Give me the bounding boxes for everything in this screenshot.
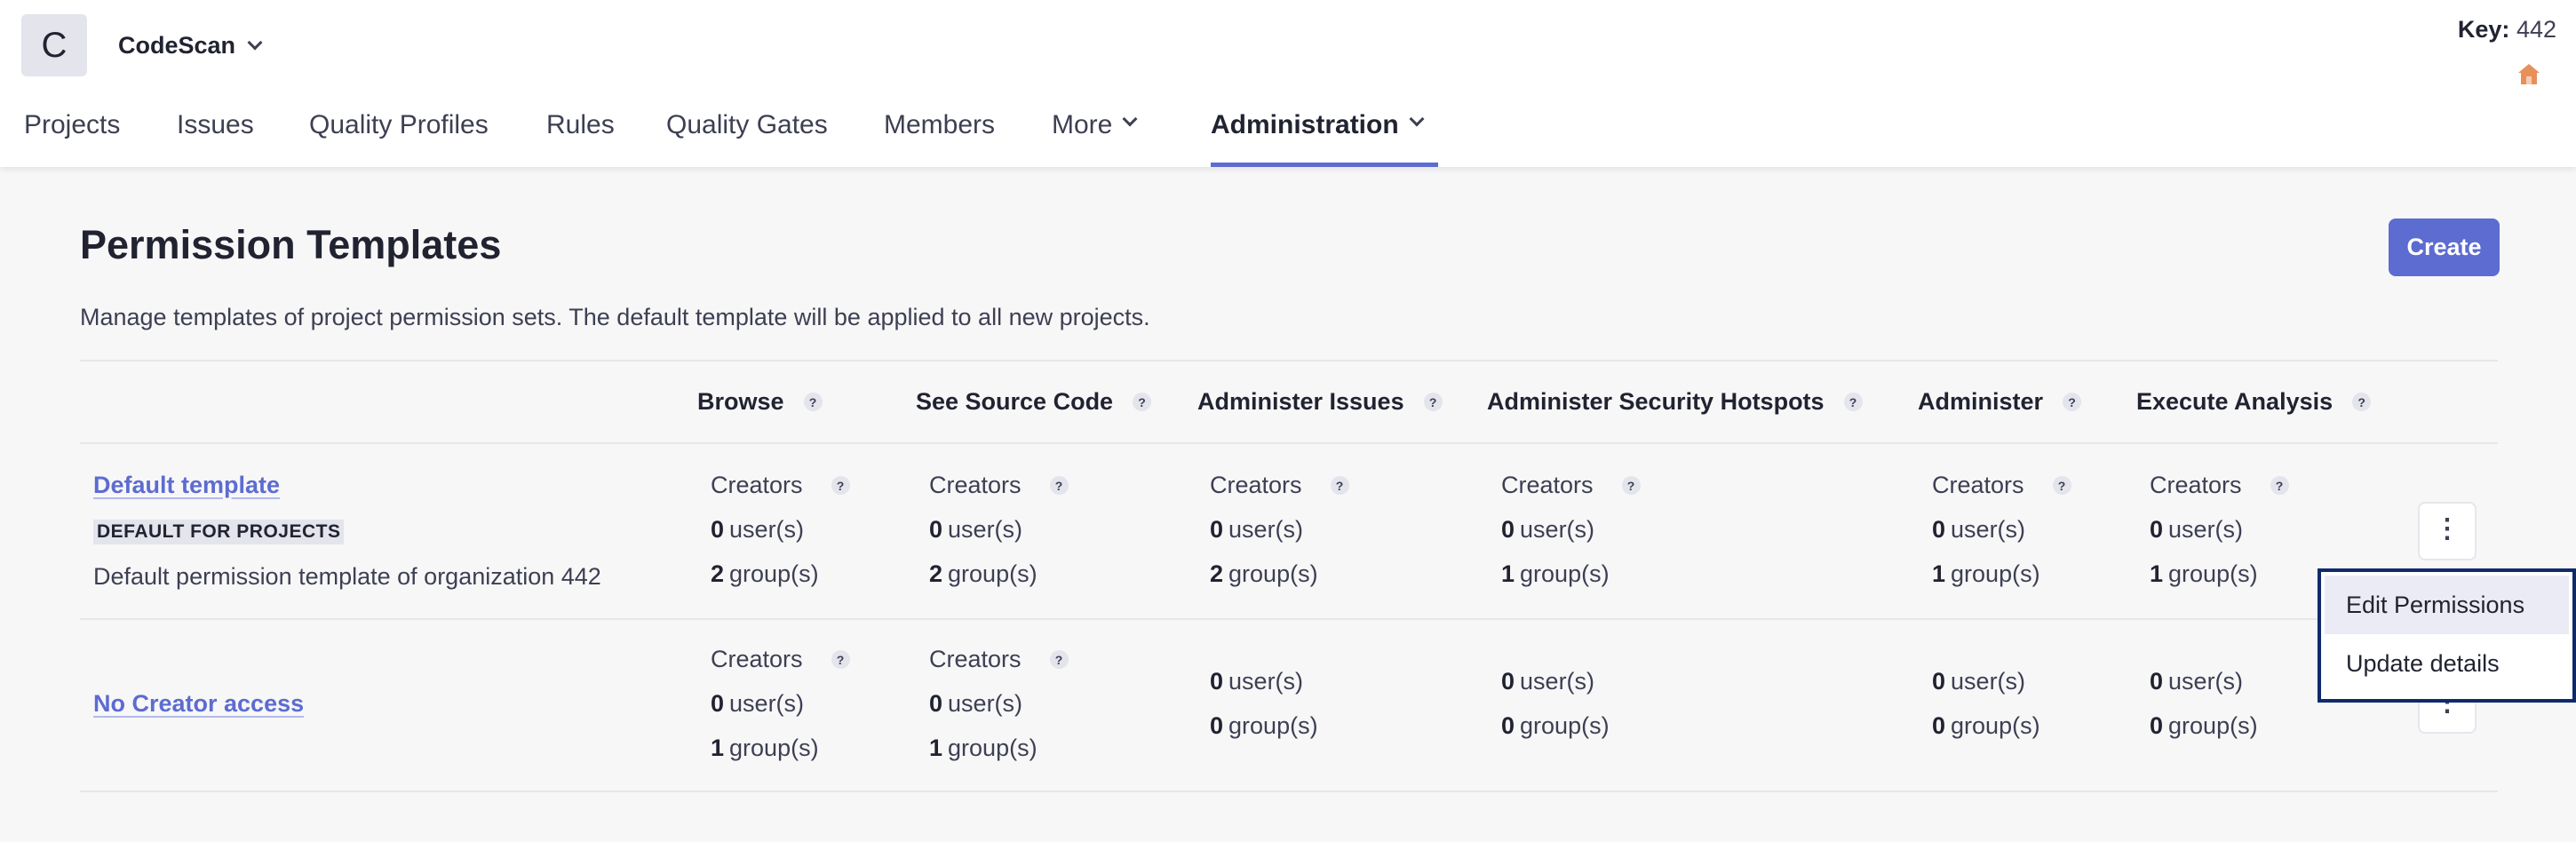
org-avatar[interactable]: C xyxy=(21,14,87,76)
column-header-see-source-code: See Source Code? xyxy=(916,388,1152,416)
users-count: 0 user(s) xyxy=(1501,516,1595,543)
help-icon[interactable]: ? xyxy=(1049,476,1069,495)
nav-projects[interactable]: Projects xyxy=(24,98,120,167)
creators-line: Creators? xyxy=(1501,472,1641,499)
nav-quality-profiles[interactable]: Quality Profiles xyxy=(309,98,489,167)
help-icon[interactable]: ? xyxy=(1133,393,1152,411)
help-icon[interactable]: ? xyxy=(1621,476,1641,495)
groups-count: 2 group(s) xyxy=(711,560,819,587)
template-description: Default permission template of organizat… xyxy=(93,563,601,590)
more-vertical-icon: ⋮ xyxy=(2434,514,2461,544)
org-key: Key: 442 xyxy=(2458,16,2556,44)
help-icon[interactable]: ? xyxy=(1049,650,1069,669)
column-header-execute-analysis: Execute Analysis? xyxy=(2136,388,2372,416)
help-icon[interactable]: ? xyxy=(2352,393,2372,411)
nav-members[interactable]: Members xyxy=(884,98,995,167)
nav-issues[interactable]: Issues xyxy=(177,98,254,167)
help-icon[interactable]: ? xyxy=(831,650,850,669)
create-button[interactable]: Create xyxy=(2389,218,2500,276)
creators-line: Creators? xyxy=(1932,472,2071,499)
divider xyxy=(80,618,2498,620)
help-icon[interactable]: ? xyxy=(1843,393,1863,411)
users-count: 0 user(s) xyxy=(2150,668,2244,695)
creators-line: Creators? xyxy=(2150,472,2289,499)
users-count: 0 user(s) xyxy=(929,516,1023,543)
template-link-no-creator-access[interactable]: No Creator access xyxy=(93,690,304,718)
creators-line: Creators? xyxy=(711,646,850,673)
top-navigation-bar: C CodeScan Key: 442 Projects Issues Qual… xyxy=(0,0,2576,167)
column-header-administer-security-hotspots: Administer Security Hotspots? xyxy=(1487,388,1863,416)
page-title: Permission Templates xyxy=(80,222,502,267)
users-count: 0 user(s) xyxy=(2150,516,2244,543)
creators-line: Creators? xyxy=(929,472,1069,499)
users-count: 0 user(s) xyxy=(1932,668,2026,695)
groups-count: 2 group(s) xyxy=(929,560,1038,587)
divider xyxy=(80,442,2498,444)
help-icon[interactable]: ? xyxy=(803,393,823,411)
nav-administration[interactable]: Administration xyxy=(1211,98,1438,167)
column-header-administer-issues: Administer Issues? xyxy=(1197,388,1443,416)
page-description: Manage templates of project permission s… xyxy=(80,304,1150,330)
users-count: 0 user(s) xyxy=(1501,668,1595,695)
groups-count: 1 group(s) xyxy=(1932,560,2040,587)
nav-rules[interactable]: Rules xyxy=(546,98,615,167)
help-icon[interactable]: ? xyxy=(1423,393,1443,411)
chevron-down-icon xyxy=(247,35,263,50)
org-key-label: Key: xyxy=(2457,16,2510,43)
groups-count: 1 group(s) xyxy=(711,735,819,761)
chevron-down-icon xyxy=(1122,111,1138,127)
menu-item-update-details[interactable]: Update details xyxy=(2325,634,2569,693)
groups-count: 0 group(s) xyxy=(1501,712,1610,739)
org-name: CodeScan xyxy=(118,32,236,59)
column-header-browse: Browse? xyxy=(697,388,823,416)
chevron-down-icon xyxy=(1409,111,1425,127)
help-icon[interactable]: ? xyxy=(2052,476,2071,495)
column-header-administer: Administer? xyxy=(1918,388,2082,416)
groups-count: 1 group(s) xyxy=(929,735,1038,761)
groups-count: 0 group(s) xyxy=(1210,712,1318,739)
groups-count: 2 group(s) xyxy=(1210,560,1318,587)
nav-quality-gates[interactable]: Quality Gates xyxy=(666,98,828,167)
help-icon[interactable]: ? xyxy=(1330,476,1349,495)
groups-count: 0 group(s) xyxy=(1932,712,2040,739)
menu-item-edit-permissions[interactable]: Edit Permissions xyxy=(2325,576,2569,634)
users-count: 0 user(s) xyxy=(1932,516,2026,543)
nav-more[interactable]: More xyxy=(1052,98,1138,167)
groups-count: 0 group(s) xyxy=(2150,712,2258,739)
org-switcher[interactable]: CodeScan xyxy=(118,32,263,60)
creators-line: Creators? xyxy=(711,472,850,499)
users-count: 0 user(s) xyxy=(1210,516,1304,543)
divider xyxy=(80,790,2498,792)
row-actions-menu: Edit Permissions Update details xyxy=(2318,568,2576,703)
users-count: 0 user(s) xyxy=(711,690,805,717)
users-count: 0 user(s) xyxy=(1210,668,1304,695)
users-count: 0 user(s) xyxy=(711,516,805,543)
help-icon[interactable]: ? xyxy=(2063,393,2082,411)
template-link-default[interactable]: Default template xyxy=(93,472,280,499)
default-badge: DEFAULT FOR PROJECTS xyxy=(93,520,345,544)
groups-count: 1 group(s) xyxy=(1501,560,1610,587)
org-key-value: 442 xyxy=(2516,16,2556,43)
divider xyxy=(80,360,2498,361)
help-icon[interactable]: ? xyxy=(2270,476,2289,495)
help-icon[interactable]: ? xyxy=(831,476,850,495)
creators-line: Creators? xyxy=(929,646,1069,673)
home-icon[interactable] xyxy=(2516,60,2542,87)
users-count: 0 user(s) xyxy=(929,690,1023,717)
creators-line: Creators? xyxy=(1210,472,1349,499)
groups-count: 1 group(s) xyxy=(2150,560,2258,587)
row-actions-button[interactable]: ⋮ xyxy=(2418,502,2477,560)
